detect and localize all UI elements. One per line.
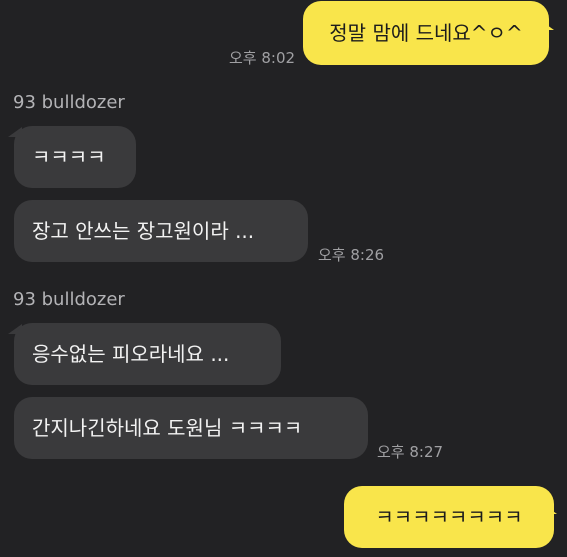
incoming-message-bubble[interactable]: 장고 안쓰는 장고원이라 ...: [14, 200, 308, 262]
outgoing-message-bubble[interactable]: ㅋㅋㅋㅋㅋㅋㅋㅋ: [344, 486, 554, 548]
message-timestamp: 오후 8:27: [377, 443, 444, 461]
outgoing-message-bubble[interactable]: 정말 맘에 드네요^ㅇ^: [303, 1, 549, 65]
incoming-message-bubble[interactable]: ㅋㅋㅋㅋ: [14, 126, 136, 188]
message-timestamp: 오후 8:02: [229, 49, 296, 67]
sender-name[interactable]: 93 bulldozer: [13, 289, 125, 310]
message-text: 간지나긴하네요 도원님 ㅋㅋㅋㅋ: [32, 416, 303, 440]
message-timestamp: 오후 8:26: [318, 246, 385, 264]
sender-name[interactable]: 93 bulldozer: [13, 92, 125, 113]
message-text: 정말 맘에 드네요^ㅇ^: [329, 21, 523, 45]
message-text: 응수없는 피오라네요 ...: [32, 342, 230, 366]
incoming-message-bubble[interactable]: 간지나긴하네요 도원님 ㅋㅋㅋㅋ: [14, 397, 368, 459]
message-text: ㅋㅋㅋㅋㅋㅋㅋㅋ: [375, 505, 523, 529]
message-text: ㅋㅋㅋㅋ: [32, 145, 106, 169]
incoming-message-bubble[interactable]: 응수없는 피오라네요 ...: [14, 323, 281, 385]
message-text: 장고 안쓰는 장고원이라 ...: [32, 219, 255, 243]
